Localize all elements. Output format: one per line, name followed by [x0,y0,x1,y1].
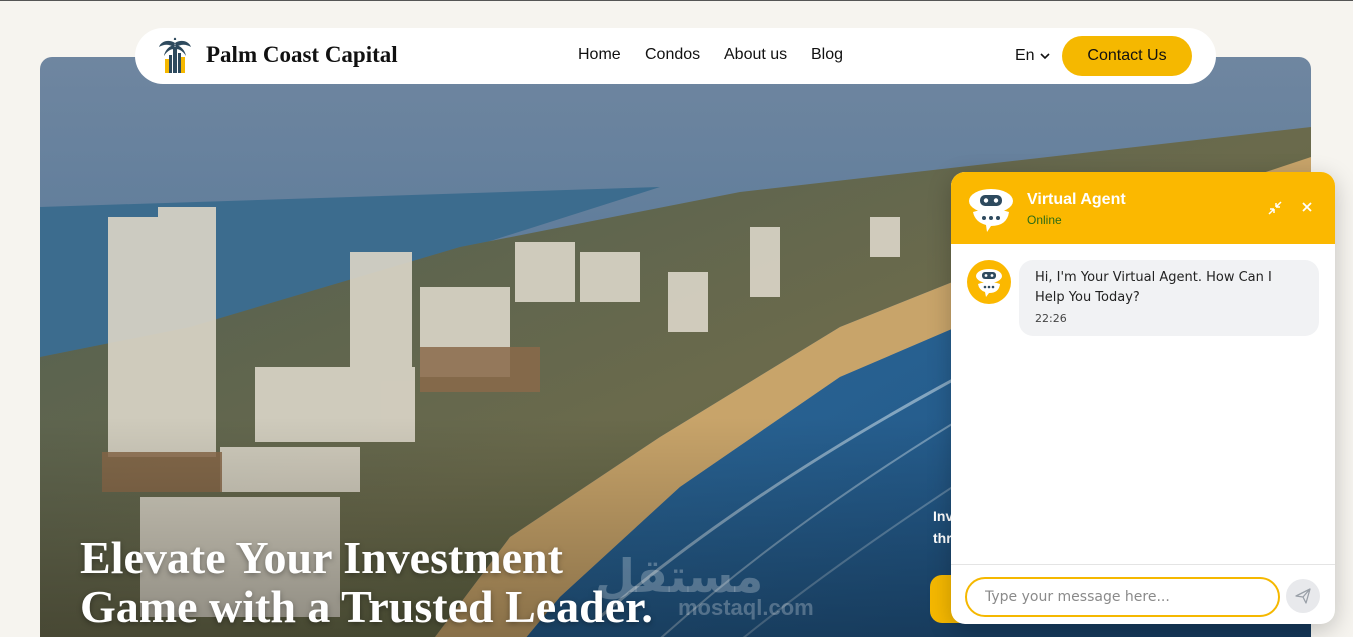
hero-title-line2: Game with a Trusted Leader. [80,581,653,632]
brand-name[interactable]: Palm Coast Capital [206,42,398,68]
agent-avatar [967,260,1011,304]
chat-header: Virtual Agent Online [951,172,1335,244]
chat-footer [951,564,1335,624]
language-selector[interactable]: En [1015,47,1051,65]
contact-us-button[interactable]: Contact Us [1062,36,1192,76]
agent-message-text: Hi, I'm Your Virtual Agent. How Can I He… [1035,270,1272,305]
agent-status: Online [1027,213,1062,227]
send-button[interactable] [1286,579,1320,613]
minimize-icon[interactable] [1267,200,1283,216]
palm-tree-icon [159,37,191,73]
top-border [0,0,1353,1]
hero-title-line1: Elevate Your Investment [80,532,563,583]
nav-blog[interactable]: Blog [811,46,843,64]
agent-name: Virtual Agent [1027,191,1126,208]
chat-message-input[interactable] [965,577,1280,617]
nav-condos[interactable]: Condos [645,46,700,64]
nav-home[interactable]: Home [578,46,621,64]
send-icon [1295,588,1311,604]
agent-message-bubble: Hi, I'm Your Virtual Agent. How Can I He… [1019,260,1319,336]
language-label: En [1015,47,1035,64]
chevron-down-icon [1040,53,1050,60]
agent-message-time: 22:26 [1035,312,1067,325]
hero-title: Elevate Your Investment Game with a Trus… [80,533,780,631]
chat-widget: Virtual Agent Online Hi, I'm Your Virtua… [951,172,1335,624]
close-icon[interactable] [1300,200,1314,214]
nav-about-us[interactable]: About us [724,46,787,64]
robot-agent-icon [969,189,1013,232]
navbar: Palm Coast Capital Home Condos About us … [135,28,1216,84]
